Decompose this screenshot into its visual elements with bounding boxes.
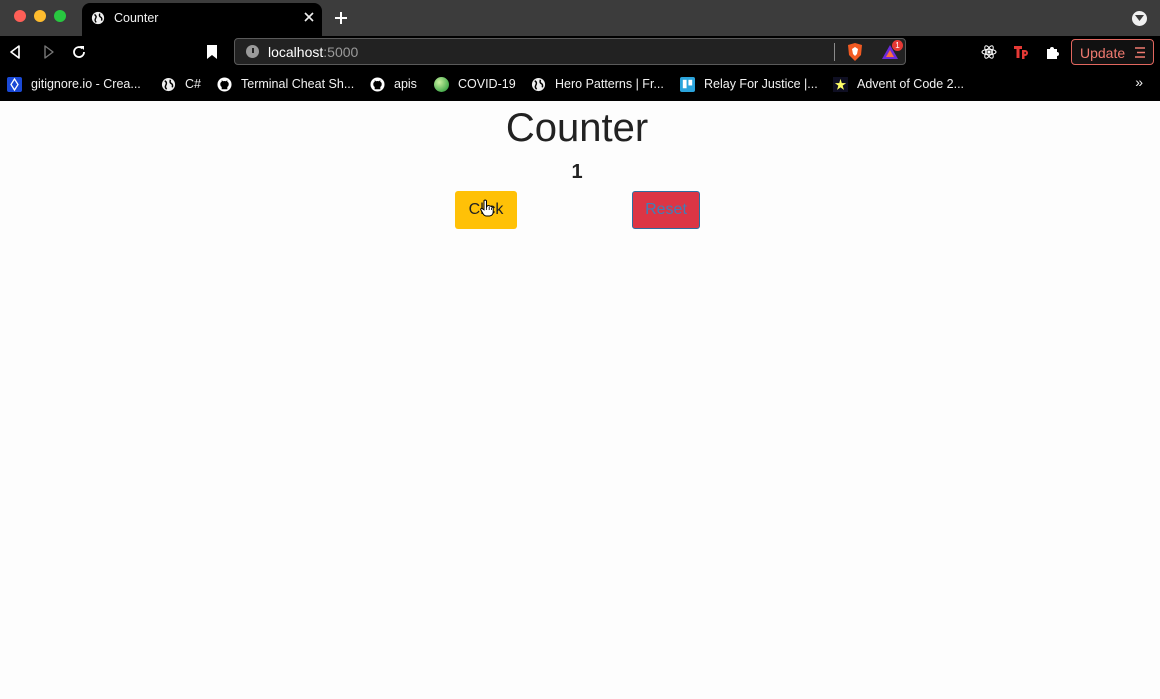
green-globe-icon: [434, 76, 449, 92]
trello-icon: [680, 76, 695, 92]
forward-icon[interactable]: [40, 44, 56, 60]
maximize-window-button[interactable]: [54, 10, 66, 22]
globe-icon: [91, 11, 105, 25]
bookmark-label: gitignore.io - Crea...: [31, 77, 141, 91]
bookmark-gitignore[interactable]: gitignore.io - Crea...: [7, 76, 141, 92]
reset-button[interactable]: Reset: [632, 191, 700, 229]
globe-icon: [531, 77, 546, 91]
menu-icon: [1135, 47, 1145, 58]
bookmark-label: Advent of Code 2...: [857, 77, 965, 91]
bookmarks-overflow-button[interactable]: »: [1135, 74, 1143, 90]
brave-rewards-button[interactable]: 1: [880, 40, 903, 61]
tab-title: Counter: [114, 11, 159, 25]
globe-icon: [161, 77, 176, 91]
tab-search-button[interactable]: [1132, 11, 1147, 26]
gitignore-icon: [7, 76, 22, 92]
browser-toolbar: localhost:5000 1 Update: [0, 36, 1160, 68]
close-tab-icon[interactable]: [302, 10, 316, 24]
bookmark-label: Terminal Cheat Sh...: [241, 77, 355, 91]
hand-cursor-icon: [480, 199, 494, 217]
url-divider: [834, 43, 835, 61]
bookmark-advent-of-code[interactable]: Advent of Code 2...: [833, 76, 964, 92]
react-devtools-icon[interactable]: [981, 44, 997, 60]
url-host: localhost: [268, 44, 324, 60]
bookmark-label: apis: [394, 77, 417, 91]
bookmark-label: COVID-19: [458, 77, 516, 91]
bookmark-terminal-cheat-sheet[interactable]: Terminal Cheat Sh...: [217, 76, 354, 92]
page-content: Counter 1 Click Reset: [0, 101, 1160, 699]
url-text: localhost:5000: [268, 44, 358, 60]
tab-strip: Counter: [0, 0, 1160, 36]
back-icon[interactable]: [8, 44, 24, 60]
tab-counter[interactable]: Counter: [82, 3, 322, 36]
github-icon: [370, 76, 385, 92]
new-tab-icon[interactable]: [333, 10, 349, 26]
bookmark-csharp[interactable]: C#: [161, 76, 201, 92]
chevron-down-icon: [1135, 15, 1144, 21]
reload-icon[interactable]: [71, 44, 87, 60]
bookmark-covid-19[interactable]: COVID-19: [434, 76, 516, 92]
bookmark-icon[interactable]: [205, 44, 219, 60]
extensions-puzzle-icon[interactable]: [1045, 44, 1061, 60]
address-bar[interactable]: localhost:5000 1: [234, 38, 906, 65]
bookmark-relay-for-justice[interactable]: Relay For Justice |...: [680, 76, 818, 92]
close-window-button[interactable]: [14, 10, 26, 22]
star-icon: [833, 76, 848, 92]
site-info-icon[interactable]: [246, 45, 259, 58]
minimize-window-button[interactable]: [34, 10, 46, 22]
page-title: Counter: [505, 106, 649, 150]
bookmarks-bar: gitignore.io - Crea... C# Terminal Cheat…: [0, 68, 1160, 101]
counter-value: 1: [571, 161, 583, 183]
bookmark-label: Hero Patterns | Fr...: [555, 77, 664, 91]
bookmark-hero-patterns[interactable]: Hero Patterns | Fr...: [531, 76, 664, 92]
update-button[interactable]: Update: [1071, 39, 1154, 65]
tp-extension-icon[interactable]: [1013, 44, 1029, 60]
url-port: :5000: [323, 44, 359, 60]
rewards-badge: 1: [892, 40, 903, 51]
bookmark-label: Relay For Justice |...: [704, 77, 818, 91]
update-button-label: Update: [1080, 45, 1126, 61]
bookmark-apis[interactable]: apis: [370, 76, 417, 92]
github-icon: [217, 76, 232, 92]
brave-shield-icon[interactable]: [846, 42, 864, 62]
bookmark-label: C#: [185, 77, 201, 91]
